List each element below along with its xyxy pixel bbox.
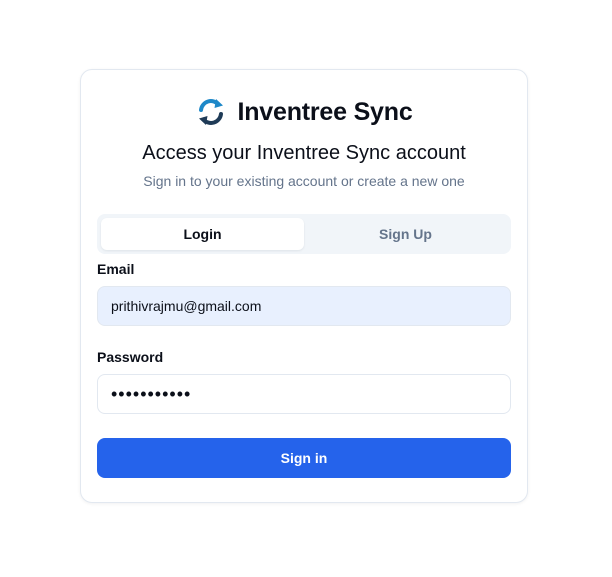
app-title: Inventree Sync [237,97,413,126]
email-label: Email [97,261,135,277]
sync-arrows-icon [199,99,224,125]
page-title: Access your Inventree Sync account [142,142,466,164]
auth-tabs: Login Sign Up [97,214,511,254]
password-label: Password [97,349,164,365]
email-field[interactable] [97,286,511,326]
page-subtitle: Sign in to your existing account or crea… [143,173,465,189]
sign-in-button[interactable]: Sign in [97,438,511,478]
login-card: Inventree Sync Access your Inventree Syn… [80,69,528,503]
brand-header: Inventree Sync [81,95,527,129]
tab-login[interactable]: Login [101,218,304,250]
tab-sign-up[interactable]: Sign Up [304,218,507,250]
password-field[interactable] [97,374,511,414]
